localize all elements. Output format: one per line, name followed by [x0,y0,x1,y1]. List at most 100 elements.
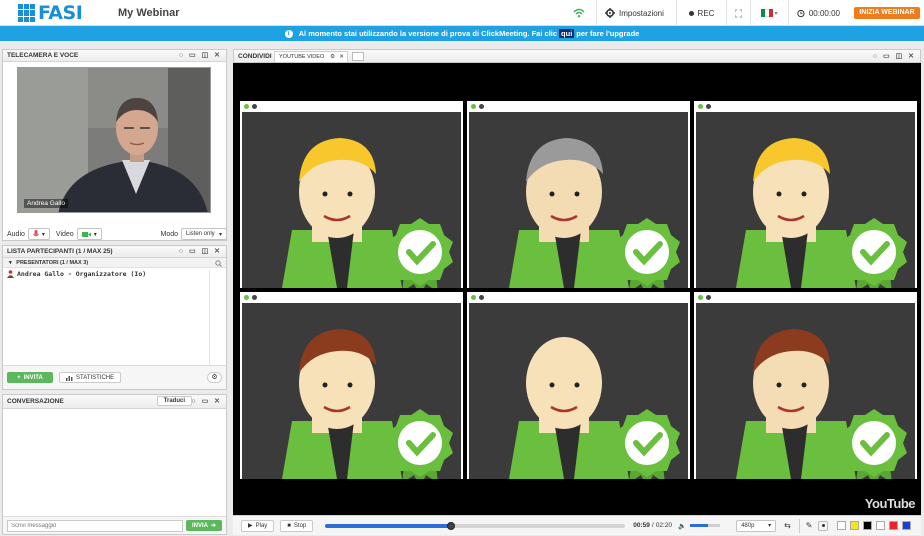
mode-label: Modo [160,230,178,238]
logo-mark-icon [18,4,36,22]
stop-icon: ■ [287,522,291,529]
chevron-down-icon: ▾ [93,231,97,238]
panel-header: CONVERSAZIONE Traduci ○ ▭ ✕ [3,395,226,409]
volume-slider[interactable] [690,524,721,527]
progress-track[interactable] [325,521,626,530]
fullscreen-button[interactable] [726,0,750,26]
user-icon [7,269,14,278]
participant-row[interactable]: Andrea Gallo - Organizzatore (Io) [3,268,226,279]
marker-dot-icon[interactable] [818,520,829,531]
progress-handle[interactable] [447,521,456,530]
connection-status[interactable] [562,0,596,26]
top-bar: FASI My Webinar Impostazioni REC ▾ 00:00… [0,0,924,26]
audio-dropdown[interactable]: ▾ [27,228,50,240]
divider [209,270,210,366]
color-swatch[interactable] [876,521,886,530]
close-icon[interactable]: ✕ [339,52,344,62]
timer: 00:00:00 [788,0,848,26]
panel-window-controls[interactable]: ○ ▭ ✕ [191,395,222,409]
translate-button[interactable]: Traduci [156,396,192,406]
tab-youtube-video[interactable]: YOUTUBE VIDEO ⚙ ✕ [274,51,348,62]
play-button[interactable]: ▶ Play [241,519,275,532]
color-swatch[interactable] [863,521,873,530]
invite-label: INVITA [23,374,43,381]
color-swatch[interactable] [902,521,912,530]
youtube-video-stage[interactable]: YouTube [233,63,921,515]
trial-notice: i Al momento stai utilizzando la version… [0,26,924,41]
color-swatch[interactable] [889,521,899,530]
cartoon-avatar [509,337,680,479]
options-gear-icon[interactable]: ⚙ [207,372,222,383]
share-panel-title: CONDIVIDI [238,53,272,60]
share-panel-header: CONDIVIDI YOUTUBE VIDEO ⚙ ✕ ○ ▭ ◫ ✕ [233,49,921,63]
notice-text: Al momento stai utilizzando la versione … [298,29,558,38]
pen-icon[interactable]: ✎ [806,521,813,530]
fit-screen-icon[interactable]: ⇆ [784,521,791,530]
stop-label: Stop [293,522,307,529]
wifi-icon [573,8,585,18]
participant-name: Andrea Gallo - Organizzatore (Io) [17,269,147,278]
invite-button[interactable]: + INVITA [7,372,53,383]
send-button[interactable]: INVIA ➔ [186,520,222,531]
participants-footer: + INVITA STATISTICHE ⚙ [3,365,226,389]
settings-button[interactable]: Impostazioni [596,0,676,26]
italy-flag-icon [761,9,773,17]
clock-icon [797,9,805,17]
record-label: REC [697,8,715,18]
panel-window-controls[interactable]: ○ ▭ ◫ ✕ [179,50,222,62]
panel-header: LISTA PARTECIPANTI (1 / MAX 25) ○ ▭ ◫ ✕ [3,246,226,258]
play-label: Play [255,522,268,529]
notice-text-after: per fare l'upgrade [576,29,640,38]
mode-value: Listen only [186,231,215,237]
color-palette [833,521,912,530]
settings-icon[interactable]: ⚙ [330,52,335,62]
settings-label: Impostazioni [619,8,664,18]
volume-fill [690,524,709,527]
tab-label: YOUTUBE VIDEO [279,54,325,60]
new-tab-icon[interactable] [352,52,364,61]
send-label: INVIA [191,522,208,529]
panel-window-controls[interactable]: ○ ▭ ◫ ✕ [179,246,222,258]
participant-tile [694,101,917,288]
volume-icon[interactable]: 🔈 [678,522,686,530]
color-swatch[interactable] [837,521,847,530]
chevron-down-icon: ▾ [774,10,778,17]
video-dropdown[interactable]: ▾ [76,228,102,240]
stop-button[interactable]: ■ Stop [280,519,314,532]
av-controls: Audio ▾ Video ▾ Modo Listen only ▾ [7,227,227,241]
progress-fill [325,523,452,528]
youtube-logo-text: YouTube [864,496,916,511]
webinar-title: My Webinar [118,7,180,19]
audio-label: Audio [7,230,25,238]
record-button[interactable]: REC [676,0,726,26]
panel-title: TELECAMERA E VOCE [7,52,79,59]
presenter-name-tag: Andrea Gallo [24,199,68,208]
language-selector[interactable]: ▾ [750,0,788,26]
presenters-group-header[interactable]: ▾ PRESENTATORI (1 / MAX 3) [3,258,226,268]
upgrade-link[interactable]: qui [559,29,575,38]
record-dot-icon [688,10,694,16]
participant-tile [694,292,917,479]
statistics-button[interactable]: STATISTICHE [59,372,122,383]
cartoon-avatar [509,138,680,288]
time-total: 02:20 [655,522,672,529]
statistics-label: STATISTICHE [76,374,115,381]
mode-dropdown[interactable]: Listen only ▾ [181,228,227,240]
microphone-icon [32,230,39,237]
panel-title: LISTA PARTECIPANTI (1 / MAX 25) [7,248,113,255]
cartoon-avatar [736,329,907,479]
participant-tile [467,101,690,288]
chat-message-input[interactable] [7,519,183,532]
chevron-down-icon: ▾ [41,231,45,238]
quality-dropdown[interactable]: 480p ▾ [736,519,777,532]
cartoon-avatar [282,138,453,288]
panel-window-controls[interactable]: ○ ▭ ◫ ✕ [873,50,916,63]
chat-panel: CONVERSAZIONE Traduci ○ ▭ ✕ INVIA ➔ [2,394,227,535]
search-icon[interactable] [215,259,222,267]
start-webinar-button[interactable]: INIZIA WEBINAR [854,7,920,19]
timer-value: 00:00:00 [808,8,840,18]
fullscreen-icon [735,9,742,17]
time-current: 00:59 [633,522,650,529]
participant-tile [240,101,463,288]
color-swatch[interactable] [850,521,860,530]
